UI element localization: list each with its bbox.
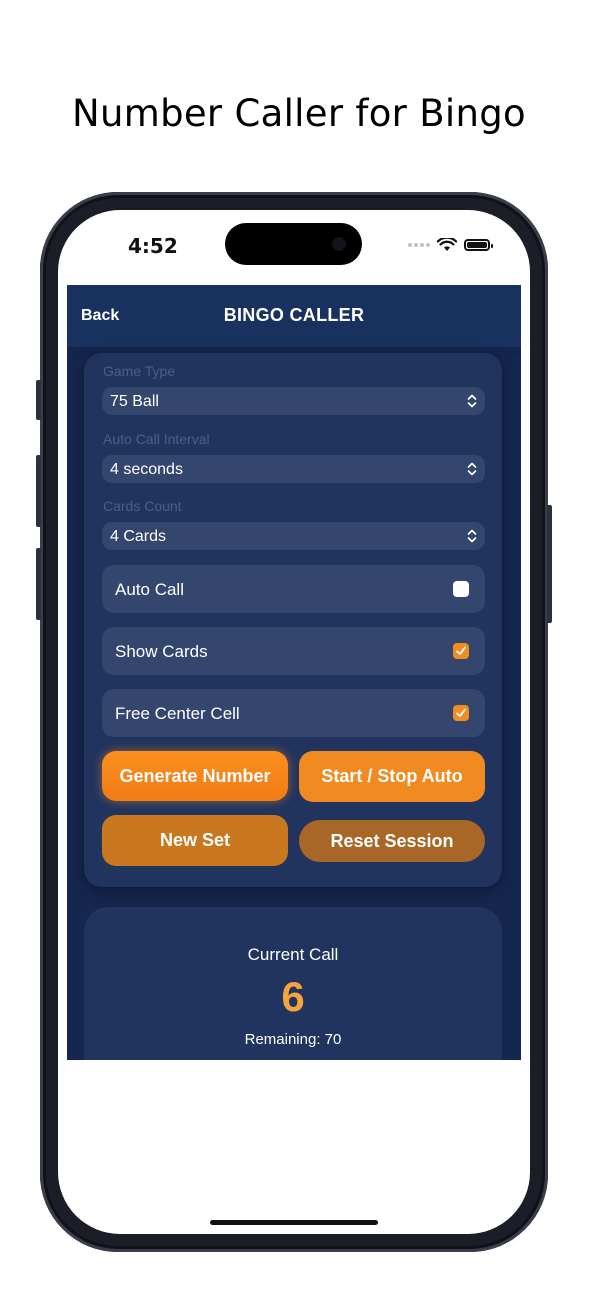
free-center-label: Free Center Cell [115,704,240,723]
navbar-title: BINGO CALLER [223,305,365,325]
cards-count-value: 4 Cards [110,528,167,545]
show-cards-label: Show Cards [115,642,208,661]
start-stop-auto-button[interactable]: Start / Stop Auto [299,751,485,802]
game-type-select[interactable]: 75 Ball [102,387,485,415]
navbar: Back BINGO CALLER [67,285,521,347]
cards-count-label: Cards Count [103,498,182,514]
checkmark-icon [456,646,466,655]
game-type-value: 75 Ball [110,393,159,410]
current-call-number: 6 [281,973,305,1020]
volume-up-button [36,455,41,527]
free-center-checkbox[interactable] [453,705,469,721]
status-time: 4:52 [128,234,178,258]
generate-number-button[interactable]: Generate Number [102,751,288,801]
wifi-icon [437,238,457,251]
show-cards-row[interactable]: Show Cards [102,627,485,675]
current-call-label: Current Call [247,945,339,964]
reset-session-button[interactable]: Reset Session [299,820,485,862]
dynamic-island [225,223,362,265]
remaining-count: Remaining: 70 [244,1031,342,1048]
interval-value: 4 seconds [110,461,183,478]
auto-call-row[interactable]: Auto Call [102,565,485,613]
mute-switch [36,380,41,420]
show-cards-checkbox[interactable] [453,643,469,659]
battery-icon [464,239,493,251]
camera-icon [332,237,346,251]
power-button [547,505,552,623]
settings-panel: Game Type 75 Ball Auto Call Interval 4 s… [84,353,502,887]
interval-select[interactable]: 4 seconds [102,455,485,483]
auto-call-label: Auto Call [115,580,184,599]
chevron-updown-icon [467,462,477,476]
new-set-button[interactable]: New Set [102,815,288,866]
home-indicator[interactable] [210,1220,378,1225]
interval-label: Auto Call Interval [103,431,210,447]
current-call-card: Current Call 6 Remaining: 70 [84,907,502,1060]
volume-down-button [36,548,41,620]
chevron-updown-icon [467,394,477,408]
headline: Number Caller for Bingo [72,92,526,135]
checkmark-icon [456,708,466,717]
auto-call-checkbox[interactable] [453,581,469,597]
cards-count-select[interactable]: 4 Cards [102,522,485,550]
chevron-updown-icon [467,529,477,543]
signal-icon [408,243,430,247]
free-center-row[interactable]: Free Center Cell [102,689,485,737]
phone-screen: 4:52 Back BINGO CALLER Game Type 75 Ball… [58,210,530,1234]
scroll-content[interactable]: Game Type 75 Ball Auto Call Interval 4 s… [67,353,521,1060]
game-type-label: Game Type [103,363,176,379]
app-view: Back BINGO CALLER Game Type 75 Ball Auto… [67,285,521,1060]
status-icons [408,238,493,252]
